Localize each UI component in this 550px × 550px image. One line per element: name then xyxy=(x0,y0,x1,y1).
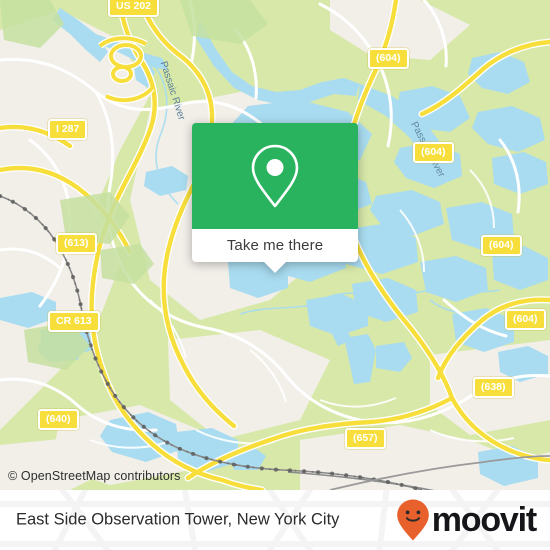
road-shield: (604) xyxy=(413,142,454,163)
footer-bar: East Side Observation Tower, New York Ci… xyxy=(0,490,550,550)
road-shield: (638) xyxy=(473,377,514,398)
road-shield: (613) xyxy=(56,233,97,254)
road-shield: I 287 xyxy=(48,119,88,140)
moovit-smiley-pin-icon xyxy=(396,499,429,541)
road-shield-label: CR 613 xyxy=(56,314,92,327)
road-shield-label: (613) xyxy=(64,236,89,249)
popup-header xyxy=(192,123,358,229)
road-shield-label: (640) xyxy=(46,412,71,425)
take-me-there-label: Take me there xyxy=(226,237,324,254)
road-shield: (640) xyxy=(38,409,79,430)
osm-attribution: © OpenStreetMap contributors xyxy=(8,469,181,483)
road-shield-label: (604) xyxy=(513,312,538,325)
moovit-wordmark: moovit xyxy=(431,501,537,539)
road-shield-label: (604) xyxy=(376,51,401,64)
road-shield: (604) xyxy=(481,235,522,256)
road-shield: (657) xyxy=(345,428,386,449)
road-shield: US 202 xyxy=(108,0,160,17)
place-title: East Side Observation Tower, New York Ci… xyxy=(16,510,340,529)
road-shield-label: (604) xyxy=(421,145,446,158)
road-shield: CR 613 xyxy=(48,311,100,332)
road-shield: (604) xyxy=(505,309,546,330)
road-shield-label: (657) xyxy=(353,431,378,444)
road-shield-label: (604) xyxy=(489,238,514,251)
location-popup[interactable]: Take me there xyxy=(192,123,358,273)
map-screenshot: Passaic River Passaic River US 202 (604) I… xyxy=(0,0,550,550)
popup-footer[interactable]: Take me there xyxy=(192,229,358,273)
road-shield-label: I 287 xyxy=(56,122,80,135)
popup-tail xyxy=(264,262,286,273)
road-shield: (604) xyxy=(368,48,409,69)
map-pin-icon xyxy=(251,144,299,208)
road-shield-label: (638) xyxy=(481,380,506,393)
moovit-logo[interactable]: moovit xyxy=(396,498,537,542)
map-canvas[interactable]: Passaic River Passaic River US 202 (604) I… xyxy=(0,0,550,490)
road-shield-label: US 202 xyxy=(116,0,152,12)
